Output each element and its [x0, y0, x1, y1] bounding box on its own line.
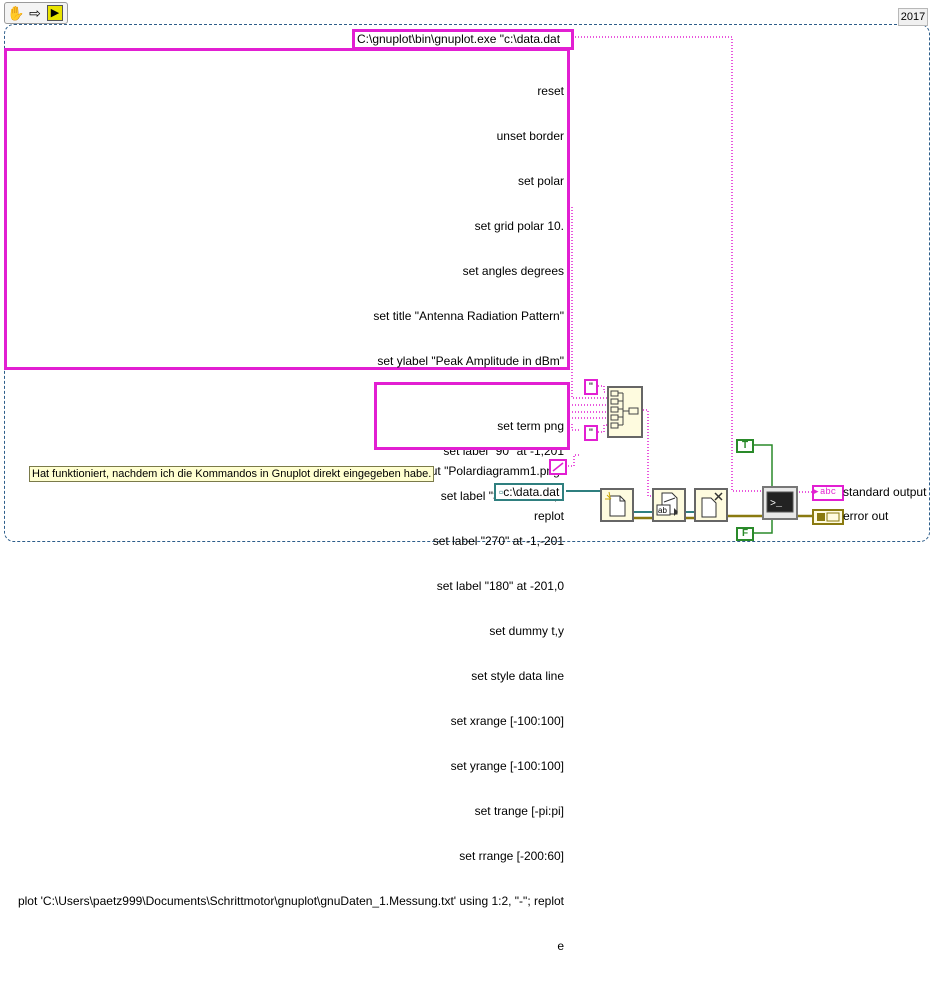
command-string-constant[interactable]: C:\gnuplot\bin\gnuplot.exe "c:\data.dat [352, 29, 574, 50]
close-file-icon [701, 492, 723, 518]
script-line: set ylabel "Peak Amplitude in dBm" [377, 354, 564, 368]
script-line: set angles degrees [462, 264, 564, 278]
path-value: c:\data.dat [503, 485, 560, 499]
bool-true-constant[interactable]: T [736, 439, 754, 453]
script-line: set yrange [-100:100] [450, 759, 564, 773]
script-line: reset [537, 84, 564, 98]
error-out-label: error out [843, 509, 889, 523]
script-string-constant[interactable]: reset unset border set polar set grid po… [4, 48, 570, 953]
script-line: e [557, 939, 564, 953]
open-file-node[interactable] [600, 488, 634, 522]
error-cluster-icon [817, 512, 840, 522]
quote-constant-top[interactable]: " [584, 379, 598, 395]
script-line: set title "Antenna Radiation Pattern" [373, 309, 564, 323]
system-exec-node[interactable]: >_ [762, 486, 798, 520]
concatenate-strings-node[interactable] [607, 386, 643, 438]
script-line: set dummy t,y [489, 624, 564, 638]
comment-note: Hat funktioniert, nachdem ich die Komman… [29, 466, 435, 482]
script-line: set xrange [-100:100] [450, 714, 564, 728]
new-file-icon [605, 491, 626, 517]
command-prompt-icon: >_ [766, 491, 794, 513]
path-constant[interactable]: ▫c:\data.dat [494, 483, 565, 501]
script-line: plot 'C:\Users\paetz999\Documents\Schrit… [17, 894, 564, 908]
script-line: set style data line [471, 669, 564, 683]
stdout-indicator[interactable]: ▸abc [812, 485, 844, 501]
output-line: set term png [497, 419, 564, 433]
write-file-icon: ab [656, 492, 678, 516]
error-out-indicator[interactable] [812, 509, 844, 525]
stdout-label: standard output [843, 485, 927, 499]
empty-string-constant[interactable] [549, 459, 567, 475]
quote-constant-bottom[interactable]: " [584, 425, 598, 441]
script-line: set polar [517, 174, 564, 188]
script-line: set trange [-pi:pi] [474, 804, 564, 818]
write-text-file-node[interactable]: ab [652, 488, 686, 522]
script-line: set rrange [-200:60] [459, 849, 564, 863]
output-line: replot [533, 509, 564, 523]
script-line: set label "180" at -201,0 [436, 579, 564, 593]
script-line: unset border [496, 129, 564, 143]
empty-string-icon [552, 462, 564, 472]
svg-text:ab: ab [658, 506, 667, 515]
close-file-node[interactable] [694, 488, 728, 522]
bool-false-constant[interactable]: F [736, 527, 754, 541]
svg-text:>_: >_ [770, 499, 783, 510]
script-line: set grid polar 10. [474, 219, 564, 233]
concatenate-icon [610, 390, 639, 429]
output-commands-constant[interactable]: set term png set output "Polardiagramm1.… [374, 382, 570, 523]
stdout-type-tag: abc [820, 487, 837, 497]
